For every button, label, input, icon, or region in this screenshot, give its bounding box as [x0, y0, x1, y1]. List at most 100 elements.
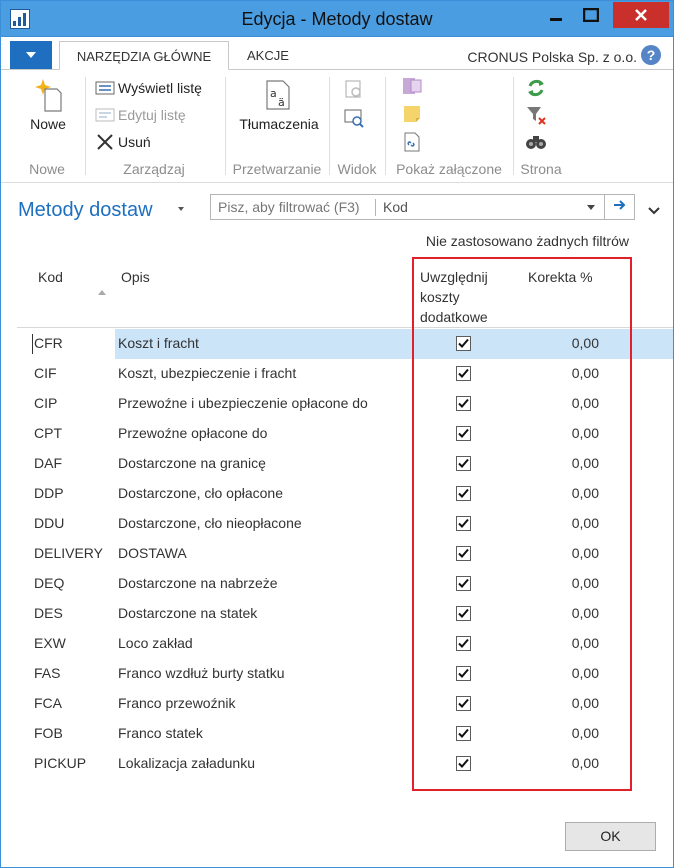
group-view: Widok [331, 71, 383, 183]
cell-code[interactable]: DDU [34, 515, 64, 531]
group-new: Nowe Nowe [11, 71, 83, 183]
cell-code[interactable]: CIP [34, 395, 57, 411]
apply-filter-button[interactable] [609, 198, 631, 216]
translations-label: Tłumaczenia [239, 116, 319, 132]
ribbon-separator [85, 77, 86, 175]
ribbon-separator [513, 77, 514, 175]
cell-code[interactable]: FOB [34, 725, 63, 741]
new-document-icon [35, 79, 62, 112]
group-process: a ä Tłumaczenia Przetwarzanie [227, 71, 327, 183]
filter-box: Pisz, aby filtrować (F3) Kod [210, 194, 635, 220]
view-details-icon[interactable] [343, 107, 365, 129]
sort-ascending-icon [98, 290, 106, 295]
cell-code[interactable]: DAF [34, 455, 62, 471]
cell-description[interactable]: Koszt, ubezpieczenie i fracht [118, 365, 296, 381]
ribbon-separator [225, 77, 226, 175]
maximize-button[interactable] [573, 2, 609, 28]
cell-description[interactable]: Franco przewoźnik [118, 695, 236, 711]
filter-field-select[interactable]: Kod [383, 199, 408, 215]
new-button[interactable]: Nowe [13, 75, 83, 132]
cell-description[interactable]: Koszt i fracht [118, 335, 199, 351]
onenote-icon[interactable] [401, 75, 423, 97]
cell-code[interactable]: CPT [34, 425, 62, 441]
close-button[interactable] [613, 2, 669, 28]
minimize-button[interactable] [541, 2, 571, 28]
cell-code[interactable]: DEQ [34, 575, 64, 591]
group-label-process: Przetwarzanie [232, 161, 322, 177]
cell-description[interactable]: Dostarczone, cło opłacone [118, 485, 283, 501]
edit-list-button[interactable]: Edytuj listę [95, 104, 186, 126]
clear-filter-icon[interactable] [525, 104, 547, 126]
app-window: Edycja - Metody dostaw NARZĘDZIA GŁÓWNE … [0, 0, 674, 868]
cell-code[interactable]: PICKUP [34, 755, 86, 771]
column-header-description[interactable]: Opis [121, 267, 150, 287]
delete-button[interactable]: Usuń [95, 131, 151, 153]
cell-code[interactable]: DDP [34, 485, 64, 501]
tab-home[interactable]: NARZĘDZIA GŁÓWNE [59, 41, 229, 70]
view-list-icon [95, 78, 115, 98]
group-show-attached: Pokaż załączone [387, 71, 511, 183]
refresh-icon[interactable] [525, 77, 547, 99]
application-menu-button[interactable] [10, 41, 52, 69]
cell-description[interactable]: Dostarczone na nabrzeże [118, 575, 278, 591]
edit-list-icon [95, 105, 115, 125]
group-manage: Wyświetl listę Edytuj listę Usuń Zarządz… [87, 71, 221, 183]
column-header-code[interactable]: Kod [38, 267, 63, 287]
page-title[interactable]: Metody dostaw [18, 199, 153, 222]
view-list-label: Wyświetl listę [118, 80, 202, 96]
maximize-icon [583, 8, 599, 22]
help-icon[interactable]: ? [641, 45, 661, 65]
cell-description[interactable]: Dostarczone na granicę [118, 455, 266, 471]
filter-divider [375, 199, 376, 216]
cell-code[interactable]: CIF [34, 365, 57, 381]
ribbon-separator [385, 77, 386, 175]
cell-code[interactable]: EXW [34, 635, 66, 651]
delete-label: Usuń [118, 134, 151, 150]
delete-icon [95, 132, 115, 152]
cell-code[interactable]: FCA [34, 695, 62, 711]
chevron-down-icon [648, 207, 660, 215]
filter-status: Nie zastosowano żadnych filtrów [425, 233, 629, 249]
tab-actions[interactable]: AKCJE [237, 41, 299, 70]
links-icon[interactable] [401, 131, 423, 153]
group-label-view: Widok [337, 161, 377, 177]
svg-text:ä: ä [278, 96, 285, 109]
arrow-right-icon [614, 200, 626, 210]
collapse-button[interactable] [647, 203, 661, 215]
cell-description[interactable]: Franco statek [118, 725, 203, 741]
cell-code[interactable]: CFR [34, 335, 63, 351]
title-bar[interactable]: Edycja - Metody dostaw [1, 1, 673, 37]
cell-description[interactable]: Dostarczone na statek [118, 605, 257, 621]
group-label-new: Nowe [29, 161, 65, 177]
filter-divider [604, 195, 605, 219]
minimize-icon [550, 18, 562, 21]
find-icon[interactable] [525, 131, 547, 153]
cell-description[interactable]: Franco wzdłuż burty statku [118, 665, 285, 681]
filter-input[interactable]: Pisz, aby filtrować (F3) [218, 199, 360, 215]
cell-description[interactable]: DOSTAWA [118, 545, 187, 561]
new-button-label: Nowe [30, 116, 66, 132]
view-icon[interactable] [343, 79, 365, 101]
chevron-down-icon[interactable] [587, 205, 595, 210]
ribbon-tabs: NARZĘDZIA GŁÓWNE AKCJE CRONUS Polska Sp.… [1, 38, 673, 70]
ribbon: Nowe Nowe Wyświetl listę Edytuj listę Us… [1, 71, 673, 183]
group-page: Strona [515, 71, 567, 183]
cell-code[interactable]: DELIVERY [34, 545, 103, 561]
cell-description[interactable]: Loco zakład [118, 635, 193, 651]
cell-description[interactable]: Przewoźne opłacone do [118, 425, 267, 441]
company-name[interactable]: CRONUS Polska Sp. z o.o. [467, 49, 637, 65]
cell-description[interactable]: Przewoźne i ubezpieczenie opłacone do [118, 395, 368, 411]
title-dropdown-icon[interactable] [178, 207, 184, 211]
group-label-manage: Zarządzaj [123, 161, 185, 177]
cell-code[interactable]: DES [34, 605, 63, 621]
cell-description[interactable]: Lokalizacja załadunku [118, 755, 255, 771]
translation-icon: a ä [266, 80, 290, 110]
group-label-show-attached: Pokaż załączone [396, 161, 502, 177]
cell-description[interactable]: Dostarczone, cło nieopłacone [118, 515, 302, 531]
ok-button[interactable]: OK [565, 822, 656, 851]
text-cursor [32, 334, 33, 354]
cell-code[interactable]: FAS [34, 665, 60, 681]
translations-button[interactable]: a ä Tłumaczenia [231, 79, 327, 132]
notes-icon[interactable] [401, 103, 423, 125]
view-list-button[interactable]: Wyświetl listę [95, 77, 202, 99]
